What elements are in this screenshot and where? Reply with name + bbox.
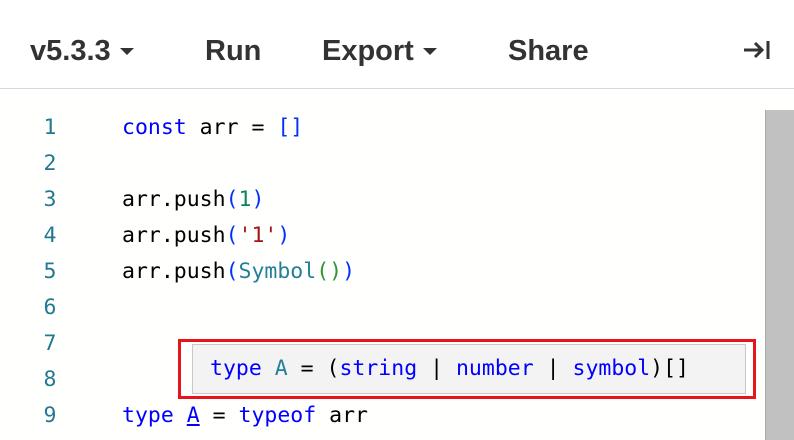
run-button[interactable]: Run <box>205 30 261 70</box>
line-number: 8 <box>43 367 57 392</box>
share-button[interactable]: Share <box>508 30 589 70</box>
highlight-box <box>178 339 756 399</box>
collapse-right-icon[interactable] <box>742 38 772 62</box>
export-dropdown[interactable]: Export <box>322 30 437 70</box>
version-dropdown[interactable]: v5.3.3 <box>30 30 134 70</box>
run-label: Run <box>205 35 262 68</box>
export-label: Export <box>322 35 414 68</box>
code-line-4: arr.push('1') <box>122 223 291 248</box>
line-number: 6 <box>43 295 57 320</box>
line-number: 9 <box>43 403 57 428</box>
type-alias-link[interactable]: A <box>187 403 200 428</box>
line-number: 2 <box>43 151 57 176</box>
scrollbar-edge <box>765 110 766 440</box>
code-line-5: arr.push(Symbol()) <box>122 259 356 284</box>
code-line-3: arr.push(1) <box>122 187 265 212</box>
version-label: v5.3.3 <box>30 35 111 68</box>
line-number: 3 <box>43 187 57 212</box>
code-line-1: const arr = [] <box>122 115 304 140</box>
chevron-down-icon <box>119 47 134 55</box>
line-number: 1 <box>43 115 57 140</box>
code-line-9: type A = typeof arr <box>122 403 368 428</box>
vertical-scrollbar[interactable] <box>765 110 794 440</box>
toolbar: v5.3.3 Run Export Share <box>0 0 794 89</box>
share-label: Share <box>508 35 589 68</box>
line-number: 4 <box>43 223 57 248</box>
line-number: 7 <box>43 331 57 356</box>
line-number: 5 <box>43 259 57 284</box>
chevron-down-icon <box>422 47 437 55</box>
